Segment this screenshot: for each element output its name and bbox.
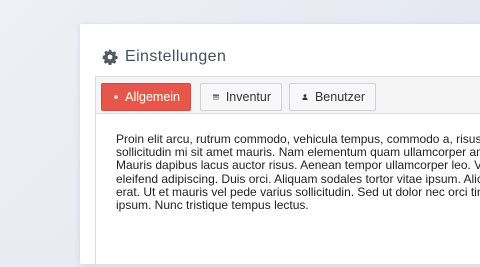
content-line: Proin elit arcu, rutrum commodo, vehicul…: [116, 133, 480, 146]
tab-label: Inventur: [226, 90, 271, 104]
tab-content: Proin elit arcu, rutrum commodo, vehicul…: [116, 133, 480, 212]
content-line: sollicitudin mi sit amet mauris. Nam ele…: [116, 146, 480, 159]
tab-strip: Allgemein Inventur Benutzer: [96, 77, 480, 114]
tab-label: Benutzer: [315, 90, 365, 104]
content-line: erat. Ut et mauris vel pede varius solli…: [116, 186, 480, 199]
tab-allgemein[interactable]: Allgemein: [101, 83, 191, 111]
gear-icon: [114, 91, 118, 103]
tab-label: Allgemein: [125, 90, 180, 104]
list-window-icon: [213, 91, 219, 103]
tab-inventur[interactable]: Inventur: [200, 83, 282, 111]
settings-panel: Einstellungen Allgemein Inventur: [80, 24, 480, 264]
content-line: ipsum. Nunc tristique tempus lectus.: [116, 199, 480, 212]
tab-container: Allgemein Inventur Benutzer: [95, 76, 480, 267]
content-line: eleifend adipiscing. Duis orci. Aliquam …: [116, 173, 480, 186]
content-line: Mauris dapibus lacus auctor risus. Aenea…: [116, 159, 480, 172]
page-title: Einstellungen: [125, 48, 226, 66]
gear-icon: [102, 49, 118, 65]
panel-header: Einstellungen: [102, 46, 226, 68]
tab-benutzer[interactable]: Benutzer: [289, 83, 376, 111]
user-icon: [302, 91, 308, 103]
